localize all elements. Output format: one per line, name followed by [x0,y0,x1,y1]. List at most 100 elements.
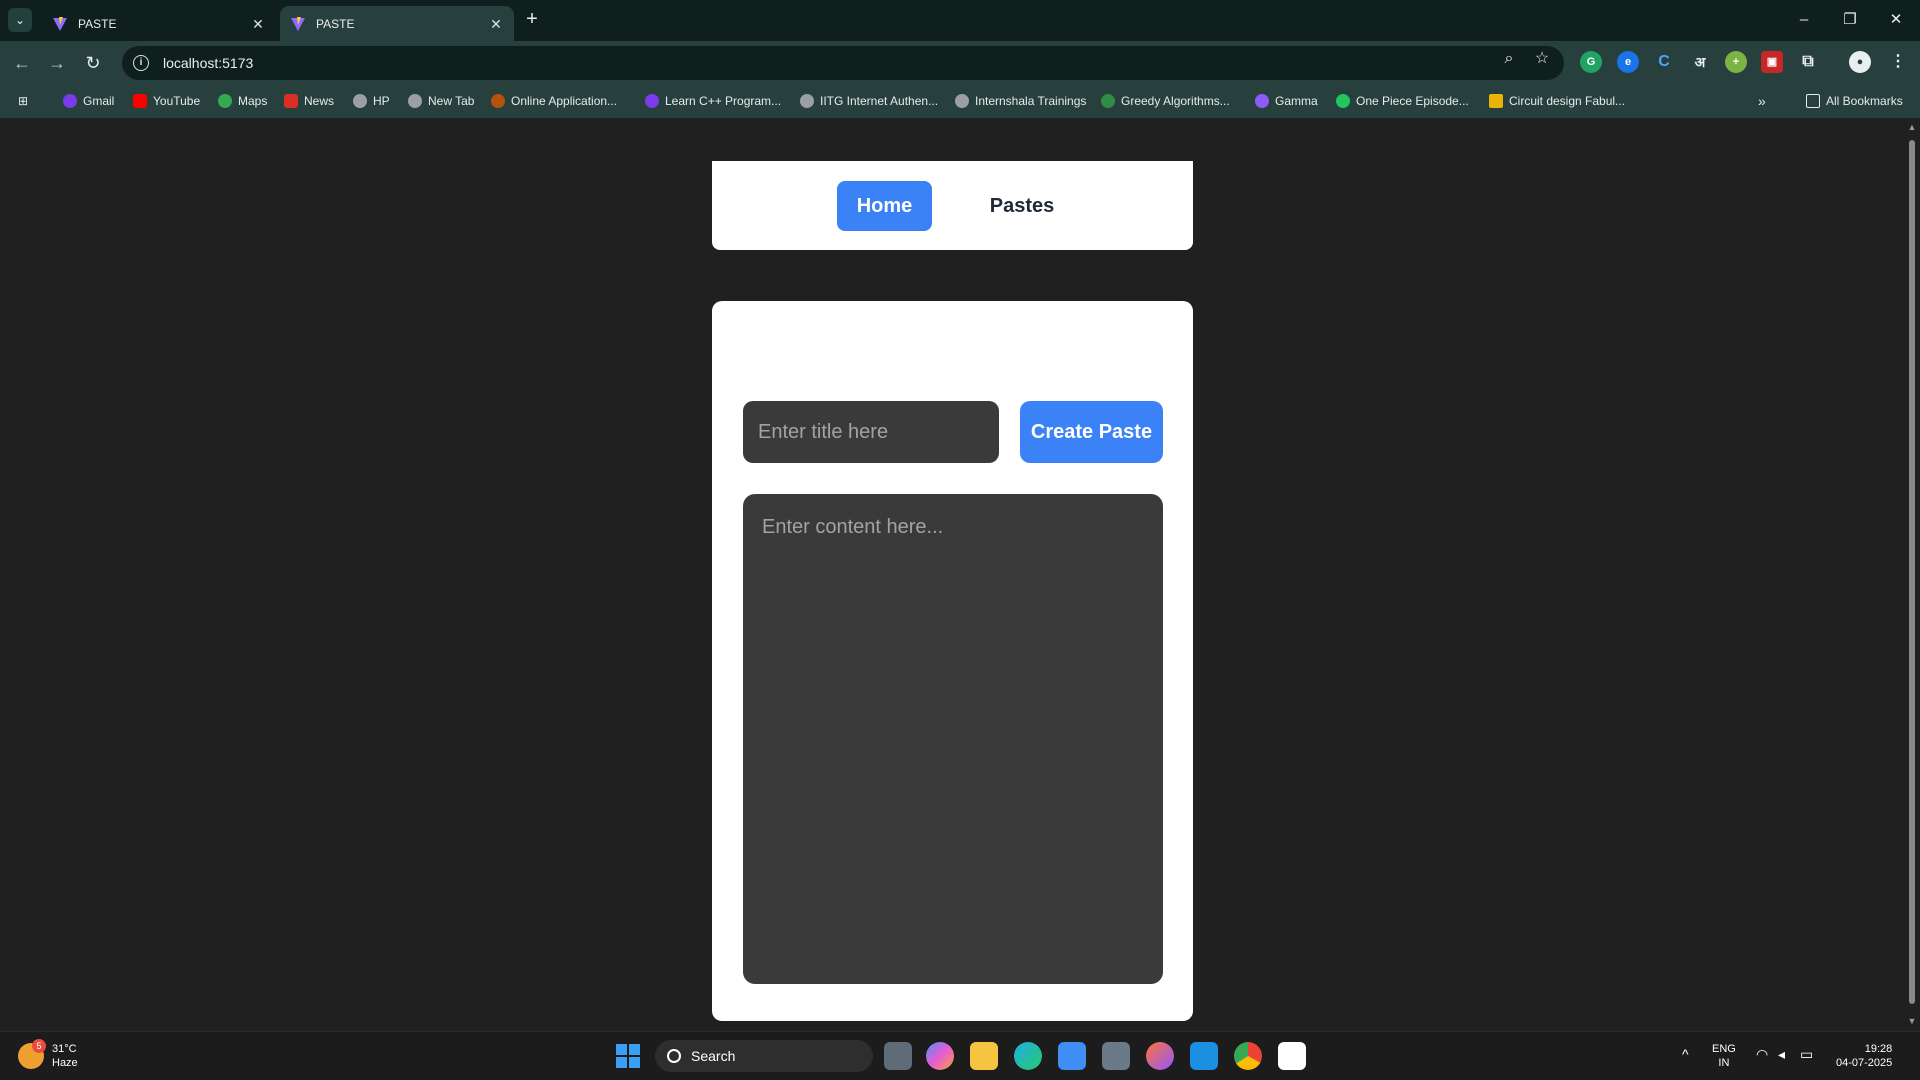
battery-icon[interactable]: ▭ [1800,1046,1813,1063]
scroll-up-icon[interactable]: ▲ [1907,122,1917,132]
taskbar-search-label: Search [691,1048,736,1064]
app-navbar: Home Pastes [712,161,1193,250]
bookmark-one-piece[interactable]: One Piece Episode... [1336,92,1469,110]
globe-icon [408,94,422,108]
search-icon [667,1049,681,1063]
restore-icon[interactable]: ❐ [1836,8,1864,32]
extensions-puzzle-icon[interactable]: ⧉ [1797,51,1819,73]
scroll-thumb[interactable] [1909,140,1915,1004]
create-paste-button[interactable]: Create Paste [1020,401,1163,463]
address-url[interactable]: localhost:5173 [163,55,253,71]
folder-icon [1806,94,1820,108]
copilot-icon[interactable] [926,1042,954,1070]
weather-widget[interactable]: 5 31°C Haze [18,1039,78,1070]
nav-home-link[interactable]: Home [837,181,932,231]
bookmark-news[interactable]: News [284,92,334,110]
close-icon[interactable]: ✕ [250,16,266,32]
nav-pastes-link[interactable]: Pastes [974,181,1070,231]
youtube-icon [133,94,147,108]
c-extension-icon[interactable]: C [1653,51,1675,73]
emblem-icon [491,94,505,108]
notification-badge: 5 [32,1039,46,1053]
firefox-icon[interactable] [1146,1042,1174,1070]
maps-icon [218,94,232,108]
camera-icon[interactable] [1102,1042,1130,1070]
chevron-up-icon[interactable]: ^ [1682,1046,1689,1062]
microsoft-store-icon[interactable] [1058,1042,1086,1070]
chevron-more-icon[interactable]: » [1758,92,1766,110]
scroll-down-icon[interactable]: ▼ [1907,1016,1917,1026]
tab-search-button[interactable]: ⌄ [8,8,32,32]
bookmark-gamma[interactable]: Gamma [1255,92,1318,110]
gfg-icon [1101,94,1115,108]
bookmark-new-tab[interactable]: New Tab [408,92,474,110]
new-tab-button[interactable]: + [520,8,544,32]
weather-haze-icon: 5 [18,1039,46,1069]
menu-kebab-icon[interactable]: ⋮ [1887,51,1909,73]
taskbar-search[interactable]: Search [655,1040,873,1072]
gamma-icon [1255,94,1269,108]
profile-avatar[interactable]: ● [1849,51,1871,73]
bookmark-circuit-design[interactable]: Circuit design Fabul... [1489,92,1625,110]
volume-icon[interactable]: ◂ [1778,1046,1785,1063]
address-bar[interactable]: i localhost:5173 [122,46,1564,80]
title-input[interactable] [743,401,999,463]
window-close-icon[interactable]: ✕ [1882,8,1910,32]
forward-arrow-icon[interactable]: → [43,49,71,77]
language-indicator[interactable]: ENG IN [1712,1042,1736,1070]
site-info-icon[interactable]: i [133,55,149,71]
minimize-icon[interactable]: – [1790,8,1818,32]
edge-extension-icon[interactable]: e [1617,51,1639,73]
file-explorer-icon[interactable] [970,1042,998,1070]
vscode-icon[interactable] [1190,1042,1218,1070]
green-extension-icon[interactable]: + [1725,51,1747,73]
notion-icon[interactable] [1278,1042,1306,1070]
bookmark-learn-cpp[interactable]: Learn C++ Program... [645,92,781,110]
bookmark-internshala[interactable]: Internshala Trainings [955,92,1086,110]
apps-grid-icon[interactable]: ⊞ [18,92,28,110]
page-scrollbar[interactable]: ▲ ▼ [1904,118,1920,1031]
bookmark-gmail[interactable]: Gmail [63,92,114,110]
bookmark-maps[interactable]: Maps [218,92,267,110]
back-arrow-icon[interactable]: ← [8,49,36,77]
all-bookmarks-button[interactable]: All Bookmarks [1806,92,1903,110]
chrome-icon[interactable] [1234,1042,1262,1070]
news-icon [284,94,298,108]
weather-condition: Haze [52,1057,78,1069]
red-extension-icon[interactable]: ▣ [1761,51,1783,73]
cpp-icon [645,94,659,108]
browser-toolbar: ← → ↻ i localhost:5173 ⌕ ☆ G e C अ + ▣ ⧉… [0,41,1920,84]
zoom-icon[interactable]: ⌕ [1499,49,1519,69]
browser-tab-1[interactable]: PASTE ✕ [42,6,276,41]
vite-logo-icon [53,16,67,31]
bookmark-greedy-algorithms[interactable]: Greedy Algorithms... [1101,92,1230,110]
bookmark-online-application[interactable]: Online Application... [491,92,617,110]
globe-icon [955,94,969,108]
bookmark-youtube[interactable]: YouTube [133,92,200,110]
browser-tab-2[interactable]: PASTE ✕ [280,6,514,41]
weather-temp: 31°C [52,1043,77,1055]
bookmark-iitg-auth[interactable]: IITG Internet Authen... [800,92,938,110]
reload-icon[interactable]: ↻ [79,49,107,77]
check-icon [1336,94,1350,108]
windows-taskbar: 5 31°C Haze Search ^ ENG IN ◠ ◂ ▭ 19:28 … [0,1031,1920,1080]
globe-icon [800,94,814,108]
tab-title: PASTE [78,16,117,31]
globe-icon [353,94,367,108]
hindi-extension-icon[interactable]: अ [1689,51,1711,73]
close-icon[interactable]: ✕ [488,16,504,32]
browser-tabstrip: ⌄ PASTE ✕ PASTE ✕ + – ❐ ✕ [0,0,1920,41]
edge-browser-icon[interactable] [1014,1042,1042,1070]
gmail-icon [63,94,77,108]
grammarly-extension-icon[interactable]: G [1580,51,1602,73]
clock[interactable]: 19:28 04-07-2025 [1836,1042,1892,1070]
task-view-icon[interactable] [884,1042,912,1070]
grid-logo-icon [1489,94,1503,108]
bookmarks-bar: ⊞ Gmail YouTube Maps News HP New Tab Onl… [0,84,1920,118]
tab-title: PASTE [316,16,355,31]
content-textarea[interactable] [743,494,1163,984]
bookmark-hp[interactable]: HP [353,92,390,110]
bookmark-star-icon[interactable]: ☆ [1532,49,1552,69]
windows-start-icon[interactable] [616,1044,640,1068]
wifi-icon[interactable]: ◠ [1756,1046,1768,1063]
